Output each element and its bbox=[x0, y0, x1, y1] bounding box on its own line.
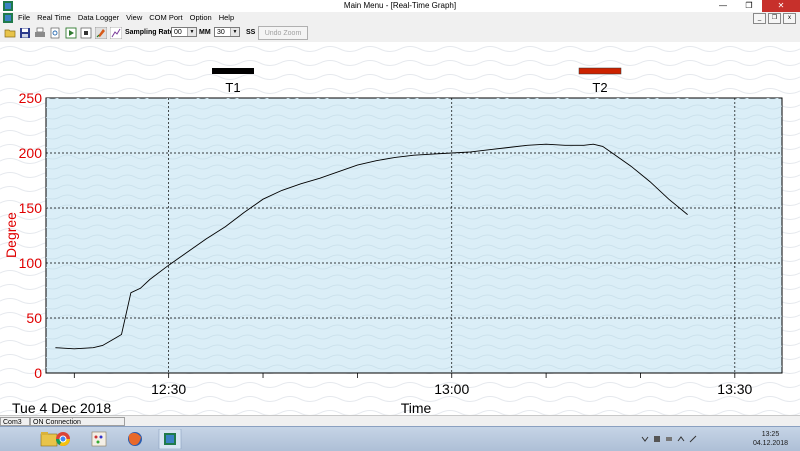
x-tick-label: 12:30 bbox=[151, 381, 186, 397]
minutes-select[interactable]: 00 ▼ bbox=[171, 27, 197, 37]
minimize-button[interactable]: — bbox=[710, 0, 736, 12]
start-icon[interactable] bbox=[65, 27, 77, 39]
legend-label-t1: T1 bbox=[225, 80, 240, 95]
x-tick-label: 13:00 bbox=[434, 381, 469, 397]
taskbar: 13:25 04.12.2018 bbox=[0, 426, 800, 451]
child-minimize-button[interactable]: _ bbox=[753, 13, 766, 24]
x-axis-title: Time bbox=[401, 400, 432, 415]
clock-time: 13:25 bbox=[761, 431, 780, 438]
seconds-select[interactable]: 30 ▼ bbox=[214, 27, 240, 37]
child-close-button[interactable]: x bbox=[783, 13, 796, 24]
start-button[interactable] bbox=[0, 429, 22, 449]
y-tick-label: 200 bbox=[19, 145, 43, 161]
window-title: Main Menu - [Real-Time Graph] bbox=[343, 1, 457, 10]
menu-help[interactable]: Help bbox=[219, 13, 234, 22]
menu-view[interactable]: View bbox=[126, 13, 142, 22]
undo-zoom-button[interactable]: Undo Zoom bbox=[258, 26, 308, 40]
y-tick-label: 50 bbox=[26, 310, 42, 326]
menu-com-port[interactable]: COM Port bbox=[149, 13, 182, 22]
sampling-rate-label: Sampling Rate bbox=[125, 29, 174, 36]
plot-texture bbox=[46, 98, 782, 373]
save-icon[interactable] bbox=[19, 27, 31, 39]
y-tick-label: 0 bbox=[34, 365, 42, 381]
pen-icon[interactable] bbox=[95, 27, 107, 39]
paint-icon[interactable] bbox=[84, 429, 114, 449]
minutes-value: 00 bbox=[174, 29, 182, 36]
chevron-down-icon: ▼ bbox=[230, 28, 239, 36]
menu-option[interactable]: Option bbox=[190, 13, 212, 22]
y-tick-label: 100 bbox=[19, 255, 43, 271]
chrome-icon[interactable] bbox=[48, 429, 78, 449]
print-preview-icon[interactable] bbox=[49, 27, 61, 39]
print-icon[interactable] bbox=[34, 27, 46, 39]
window-controls: — ❐ ✕ bbox=[710, 0, 800, 12]
mm-label: MM bbox=[199, 29, 211, 36]
firefox-icon[interactable] bbox=[120, 429, 150, 449]
connection-status: ON Connection bbox=[30, 417, 125, 426]
date-label: Tue 4 Dec 2018 bbox=[12, 400, 111, 415]
seconds-value: 30 bbox=[217, 29, 225, 36]
chart-icon[interactable] bbox=[110, 27, 122, 39]
legend-swatch-t2 bbox=[578, 67, 622, 75]
menu-real-time[interactable]: Real Time bbox=[37, 13, 71, 22]
graph-window: 0 50 100 150 200 250 12:30 13:00 13:30 T1 T2 De… bbox=[0, 42, 800, 416]
legend-swatch-t1 bbox=[212, 68, 254, 74]
legend-label-t2: T2 bbox=[592, 80, 607, 95]
stop-icon[interactable] bbox=[80, 27, 92, 39]
com-port-status: Com3 bbox=[0, 417, 30, 426]
chevron-down-icon: ▼ bbox=[187, 28, 196, 36]
real-time-graph[interactable]: 0 50 100 150 200 250 12:30 13:00 13:30 T1 T2 De… bbox=[0, 42, 800, 416]
tray-icons[interactable] bbox=[640, 434, 700, 444]
y-axis-title: Degree bbox=[3, 212, 19, 258]
open-folder-icon[interactable] bbox=[4, 27, 16, 39]
close-button[interactable]: ✕ bbox=[762, 0, 800, 12]
menu-bar: File Real Time Data Logger View COM Port… bbox=[0, 12, 800, 24]
child-restore-button[interactable]: ❐ bbox=[768, 13, 781, 24]
x-tick-label: 13:30 bbox=[717, 381, 752, 397]
ss-label: SS bbox=[246, 29, 256, 36]
clock-date: 04.12.2018 bbox=[752, 440, 788, 447]
y-tick-label: 150 bbox=[19, 200, 43, 216]
child-window-icon[interactable] bbox=[3, 13, 13, 23]
logger-app-icon[interactable] bbox=[155, 429, 185, 449]
menu-file[interactable]: File bbox=[18, 13, 30, 22]
toolbar: Sampling Rate 00 ▼ MM 30 ▼ SS bbox=[0, 24, 800, 43]
maximize-button[interactable]: ❐ bbox=[736, 0, 762, 12]
y-tick-label: 250 bbox=[19, 90, 43, 106]
menu-data-logger[interactable]: Data Logger bbox=[78, 13, 119, 22]
taskbar-clock[interactable]: 13:25 04.12.2018 bbox=[753, 430, 788, 448]
